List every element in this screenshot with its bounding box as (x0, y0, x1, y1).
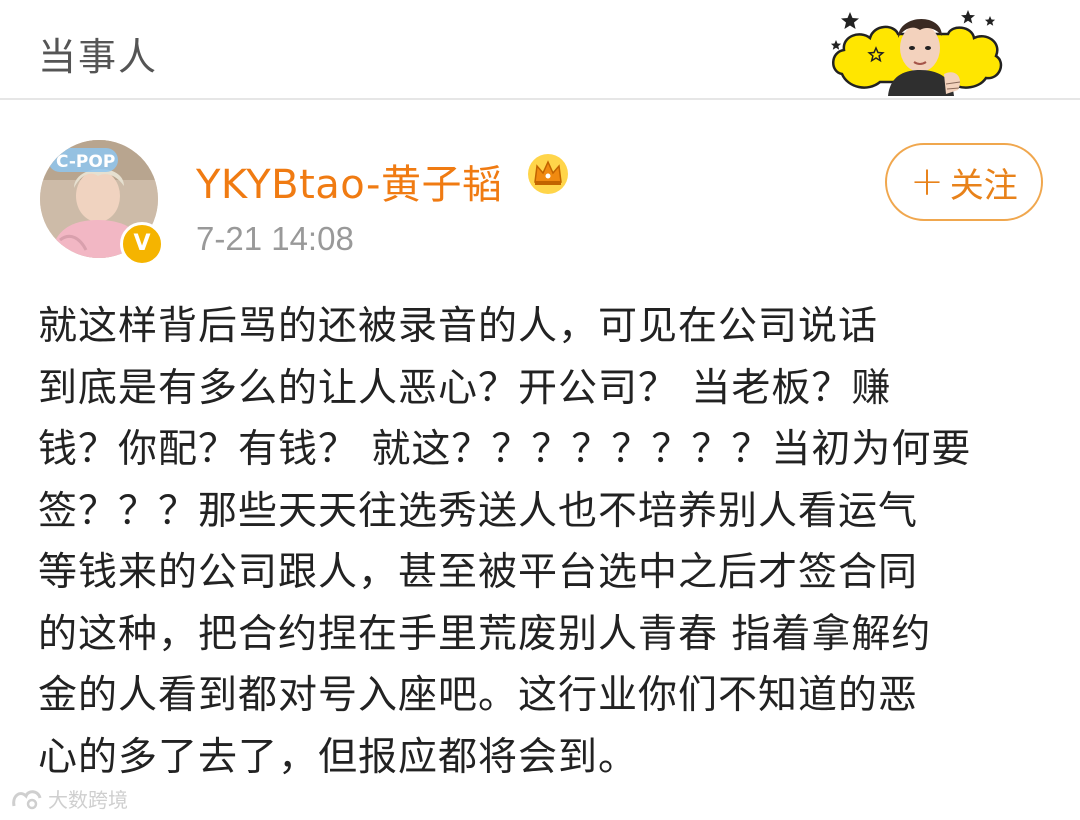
post-line: 到底是有多么的让人恶心？开公司？ 当老板？赚 (38, 365, 892, 411)
top-bar: 当事人 (0, 0, 1080, 100)
follow-button[interactable]: + 关注 (885, 143, 1043, 221)
follow-label: 关注 (949, 165, 1018, 206)
verified-badge-letter: V (133, 231, 151, 256)
page-title: 当事人 (38, 35, 159, 79)
star-cloud-sticker (830, 10, 1003, 96)
post-line: 心的多了去了，但报应都将会到。 (38, 734, 639, 780)
post-timestamp: 7-21 14:08 (196, 220, 354, 257)
post-line: 的这种，把合约捏在手里荒废别人青春 指着拿解约 (38, 611, 932, 657)
watermark-logo-icon (12, 789, 42, 809)
svg-text:C-POP: C-POP (56, 152, 115, 172)
post-line: 金的人看到都对号入座吧。这行业你们不知道的恶 (38, 673, 919, 718)
watermark: 大数跨境 (10, 784, 128, 813)
plus-icon: + (910, 159, 944, 205)
post-line: 等钱来的公司跟人，甚至被平台选中之后才签合同 (38, 550, 919, 595)
post-body: 就这样背后骂的还被录音的人，可见在公司说话 到底是有多么的让人恶心？开公司？ 当… (38, 296, 1048, 788)
username[interactable]: YKYBtao-黄子韬 (196, 152, 502, 210)
post-line: 就这样背后骂的还被录音的人，可见在公司说话 (38, 304, 879, 349)
crown-icon (528, 154, 568, 194)
watermark-text: 大数跨境 (48, 788, 128, 812)
post-line: 签？？？那些天天往选秀送人也不培养别人看运气 (38, 488, 919, 534)
verified-badge: V (120, 222, 164, 266)
post-line: 钱？你配？有钱？ 就这？？？？？？？？当初为何要 (38, 427, 972, 472)
